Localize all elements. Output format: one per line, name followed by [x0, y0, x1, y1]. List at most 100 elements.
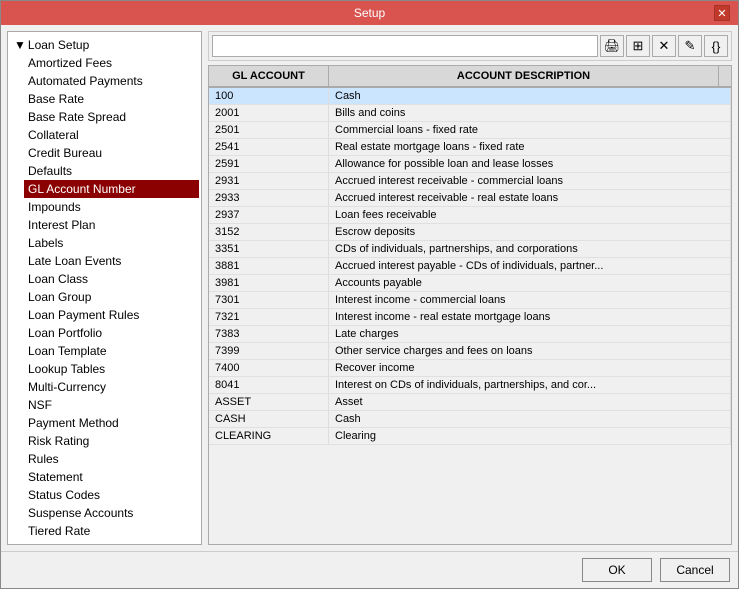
tree-root: ▼ Loan Setup Amortized FeesAutomated Pay… — [8, 32, 201, 545]
tree-item[interactable]: Interest Plan — [24, 216, 199, 234]
tree-root-label: Loan Setup — [28, 38, 89, 52]
table-row[interactable]: 100Cash — [209, 88, 731, 105]
table-row[interactable]: 2933Accrued interest receivable - real e… — [209, 190, 731, 207]
col-header-desc: ACCOUNT DESCRIPTION — [329, 66, 719, 86]
tree-item[interactable]: Base Rate Spread — [24, 108, 199, 126]
gl-cell: 3981 — [209, 275, 329, 291]
gl-cell: 2001 — [209, 105, 329, 121]
gl-cell: 7400 — [209, 360, 329, 376]
table-row[interactable]: 2501Commercial loans - fixed rate — [209, 122, 731, 139]
gl-cell: 7301 — [209, 292, 329, 308]
tree-item[interactable]: Loan Group — [24, 288, 199, 306]
toolbar: 🖨 ⊞ ✕ ✎ {} — [208, 31, 732, 61]
title-bar: Setup ✕ — [1, 1, 738, 25]
ok-button[interactable]: OK — [582, 558, 652, 582]
tree-root-item[interactable]: ▼ Loan Setup — [10, 36, 199, 54]
tree-item[interactable]: Rules — [24, 450, 199, 468]
print-button[interactable]: 🖨 — [600, 35, 624, 57]
tree-item[interactable]: Automated Payments — [24, 72, 199, 90]
table-row[interactable]: 2001Bills and coins — [209, 105, 731, 122]
gl-cell: 2933 — [209, 190, 329, 206]
gl-cell: 7321 — [209, 309, 329, 325]
code-button[interactable]: {} — [704, 35, 728, 57]
tree-item[interactable]: Amortized Fees — [24, 54, 199, 72]
table-row[interactable]: 7321Interest income - real estate mortga… — [209, 309, 731, 326]
table-row[interactable]: 7399Other service charges and fees on lo… — [209, 343, 731, 360]
desc-cell: Interest income - commercial loans — [329, 292, 731, 308]
tree-item[interactable]: Multi-Currency — [24, 378, 199, 396]
tree-item[interactable]: Base Rate — [24, 90, 199, 108]
tree-item[interactable]: Risk Rating — [24, 432, 199, 450]
tree-item[interactable]: Credit Bureau — [24, 144, 199, 162]
gl-cell: 2501 — [209, 122, 329, 138]
tree-item[interactable]: Collateral — [24, 126, 199, 144]
close-button[interactable]: ✕ — [714, 5, 730, 21]
tree-item[interactable]: Defaults — [24, 162, 199, 180]
table-row[interactable]: 2541Real estate mortgage loans - fixed r… — [209, 139, 731, 156]
gl-cell: ASSET — [209, 394, 329, 410]
main-window: Setup ✕ ▼ Loan Setup Amortized FeesAutom… — [0, 0, 739, 589]
search-input[interactable] — [212, 35, 598, 57]
tree-item[interactable]: Impounds — [24, 198, 199, 216]
gl-cell: 2591 — [209, 156, 329, 172]
desc-cell: Accrued interest payable - CDs of indivi… — [329, 258, 731, 274]
collapse-icon: ▼ — [14, 38, 26, 52]
gl-cell: CASH — [209, 411, 329, 427]
tree-item[interactable]: Lookup Tables — [24, 360, 199, 378]
tree-item[interactable]: Loan Payment Rules — [24, 306, 199, 324]
tree-panel: ▼ Loan Setup Amortized FeesAutomated Pay… — [7, 31, 202, 545]
tree-item[interactable]: NSF — [24, 396, 199, 414]
desc-cell: Escrow deposits — [329, 224, 731, 240]
table-row[interactable]: 7301Interest income - commercial loans — [209, 292, 731, 309]
table-row[interactable]: 3981Accounts payable — [209, 275, 731, 292]
table-row[interactable]: CLEARINGClearing — [209, 428, 731, 445]
desc-cell: Commercial loans - fixed rate — [329, 122, 731, 138]
edit-button[interactable]: ✎ — [678, 35, 702, 57]
tree-item[interactable]: Suspense Accounts — [24, 504, 199, 522]
table-row[interactable]: 2931Accrued interest receivable - commer… — [209, 173, 731, 190]
grid-button[interactable]: ⊞ — [626, 35, 650, 57]
desc-cell: Clearing — [329, 428, 731, 444]
desc-cell: Other service charges and fees on loans — [329, 343, 731, 359]
table-row[interactable]: 3152Escrow deposits — [209, 224, 731, 241]
table-row[interactable]: 3351CDs of individuals, partnerships, an… — [209, 241, 731, 258]
tree-item[interactable]: Tiered Rate — [24, 522, 199, 540]
tree-item[interactable]: Payment Method — [24, 414, 199, 432]
table-body[interactable]: 100Cash2001Bills and coins2501Commercial… — [209, 88, 731, 544]
table-row[interactable]: 7383Late charges — [209, 326, 731, 343]
tree-item[interactable]: Late Loan Events — [24, 252, 199, 270]
tree-item[interactable]: Loan Portfolio — [24, 324, 199, 342]
tree-item[interactable]: Loan Class — [24, 270, 199, 288]
tree-item[interactable]: GL Account Number — [24, 180, 199, 198]
tree-item[interactable]: Statement — [24, 468, 199, 486]
desc-cell: Asset — [329, 394, 731, 410]
desc-cell: CDs of individuals, partnerships, and co… — [329, 241, 731, 257]
table-row[interactable]: 8041Interest on CDs of individuals, part… — [209, 377, 731, 394]
right-panel: 🖨 ⊞ ✕ ✎ {} GL ACCOUNT ACCOUNT DESCRIPTIO… — [208, 31, 732, 545]
tree-item[interactable]: Transaction Codes — [24, 540, 199, 545]
table-row[interactable]: 3881Accrued interest payable - CDs of in… — [209, 258, 731, 275]
table-row[interactable]: 7400Recover income — [209, 360, 731, 377]
gl-cell: 8041 — [209, 377, 329, 393]
table-row[interactable]: CASHCash — [209, 411, 731, 428]
desc-cell: Bills and coins — [329, 105, 731, 121]
gl-cell: 3351 — [209, 241, 329, 257]
desc-cell: Allowance for possible loan and lease lo… — [329, 156, 731, 172]
desc-cell: Interest income - real estate mortgage l… — [329, 309, 731, 325]
cancel-button[interactable]: Cancel — [660, 558, 730, 582]
footer: OK Cancel — [1, 551, 738, 588]
tree-item[interactable]: Status Codes — [24, 486, 199, 504]
desc-cell: Interest on CDs of individuals, partners… — [329, 377, 731, 393]
desc-cell: Late charges — [329, 326, 731, 342]
tree-item[interactable]: Loan Template — [24, 342, 199, 360]
table-row[interactable]: 2937Loan fees receivable — [209, 207, 731, 224]
table-row[interactable]: 2591Allowance for possible loan and leas… — [209, 156, 731, 173]
gl-cell: 3881 — [209, 258, 329, 274]
delete-button[interactable]: ✕ — [652, 35, 676, 57]
desc-cell: Real estate mortgage loans - fixed rate — [329, 139, 731, 155]
desc-cell: Loan fees receivable — [329, 207, 731, 223]
table-row[interactable]: ASSETAsset — [209, 394, 731, 411]
desc-cell: Recover income — [329, 360, 731, 376]
table-header: GL ACCOUNT ACCOUNT DESCRIPTION — [209, 66, 731, 88]
tree-item[interactable]: Labels — [24, 234, 199, 252]
